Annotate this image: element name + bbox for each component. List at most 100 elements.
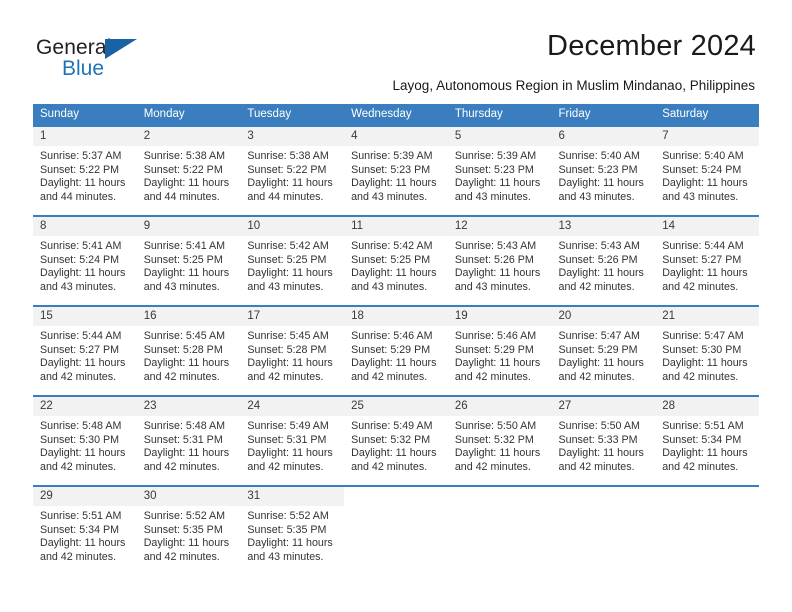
calendar-day-cell[interactable]: 9 Sunrise: 5:41 AM Sunset: 5:25 PM Daylight…: [136, 215, 241, 306]
sunrise-time: Sunrise: 5:41 AM: [40, 240, 122, 252]
sunrise-time: Sunrise: 5:44 AM: [662, 240, 744, 252]
sunrise-time: Sunrise: 5:40 AM: [558, 150, 640, 162]
calendar-day-cell[interactable]: 7 Sunrise: 5:40 AM Sunset: 5:24 PM Daylight…: [655, 125, 759, 216]
calendar-week-row: 22 Sunrise: 5:48 AM Sunset: 5:30 PM Dayligh…: [33, 395, 759, 486]
day-number: 6: [551, 127, 656, 146]
day-number: 17: [240, 307, 345, 326]
sunset-time: Sunset: 5:29 PM: [454, 343, 534, 356]
calendar-day-cell[interactable]: 27 Sunrise: 5:50 AM Sunset: 5:33 PM Dayligh…: [551, 395, 656, 486]
day-details: Sunrise: 5:47 AM Sunset: 5:29 PM Daylight:…: [552, 326, 656, 384]
calendar-day-cell[interactable]: 22 Sunrise: 5:48 AM Sunset: 5:30 PM Dayligh…: [33, 395, 137, 486]
sunrise-time: Sunrise: 5:45 AM: [143, 330, 226, 342]
calendar-day-cell[interactable]: 4 Sunrise: 5:39 AM Sunset: 5:23 PM Daylight…: [344, 125, 448, 216]
daylight-duration-line2: and 44 minutes.: [247, 190, 324, 203]
daylight-duration-line1: Daylight: 11 hours: [351, 447, 437, 460]
weekday-header-monday: Monday: [136, 104, 241, 126]
calendar-day-cell[interactable]: 8 Sunrise: 5:41 AM Sunset: 5:24 PM Daylight…: [33, 215, 137, 306]
daylight-duration-line2: and 42 minutes.: [247, 460, 324, 473]
weekday-header-wednesday: Wednesday: [344, 104, 448, 126]
sunrise-time: Sunrise: 5:50 AM: [558, 420, 640, 432]
calendar-day-cell[interactable]: 6 Sunrise: 5:40 AM Sunset: 5:23 PM Daylight…: [551, 125, 656, 216]
daylight-duration-line1: Daylight: 11 hours: [143, 357, 230, 370]
logo[interactable]: General Blue: [36, 36, 156, 84]
calendar-day-cell[interactable]: 11 Sunrise: 5:42 AM Sunset: 5:25 PM Dayligh…: [344, 215, 448, 306]
calendar-day-cell[interactable]: 10 Sunrise: 5:42 AM Sunset: 5:25 PM Dayligh…: [240, 215, 345, 306]
daylight-duration-line2: and 43 minutes.: [454, 190, 531, 203]
sunset-time: Sunset: 5:22 PM: [247, 163, 327, 176]
daylight-duration-line2: and 43 minutes.: [351, 190, 428, 203]
sunrise-time: Sunrise: 5:42 AM: [351, 240, 433, 252]
sunrise-time: Sunrise: 5:40 AM: [662, 150, 744, 162]
calendar-day-cell[interactable]: 1 Sunrise: 5:37 AM Sunset: 5:22 PM Daylight…: [33, 125, 137, 216]
day-details: Sunrise: 5:41 AM Sunset: 5:25 PM Daylight:…: [137, 236, 241, 294]
daylight-duration-line2: and 42 minutes.: [351, 460, 428, 473]
page-title: December 2024: [547, 30, 756, 62]
daylight-duration-line2: and 43 minutes.: [351, 280, 428, 293]
daylight-duration-line1: Daylight: 11 hours: [247, 177, 333, 190]
logo-triangle-icon: [105, 39, 137, 59]
day-details: Sunrise: 5:44 AM Sunset: 5:27 PM Daylight:…: [655, 236, 759, 294]
calendar-empty-cell: [344, 485, 448, 575]
day-details: Sunrise: 5:40 AM Sunset: 5:23 PM Daylight:…: [552, 146, 656, 204]
sunset-time: Sunset: 5:31 PM: [143, 433, 223, 446]
calendar-day-cell[interactable]: 23 Sunrise: 5:48 AM Sunset: 5:31 PM Dayligh…: [136, 395, 241, 486]
sunrise-time: Sunrise: 5:47 AM: [558, 330, 640, 342]
daylight-duration-line2: and 44 minutes.: [143, 190, 220, 203]
daylight-duration-line2: and 42 minutes.: [143, 460, 220, 473]
sunrise-time: Sunrise: 5:42 AM: [247, 240, 329, 252]
calendar-day-cell[interactable]: 13 Sunrise: 5:43 AM Sunset: 5:26 PM Dayligh…: [551, 215, 656, 306]
day-number: 11: [344, 217, 448, 236]
calendar-day-cell[interactable]: 5 Sunrise: 5:39 AM Sunset: 5:23 PM Daylight…: [447, 125, 552, 216]
calendar-day-cell[interactable]: 21 Sunrise: 5:47 AM Sunset: 5:30 PM Dayligh…: [655, 305, 759, 396]
day-details: Sunrise: 5:38 AM Sunset: 5:22 PM Daylight:…: [240, 146, 344, 204]
daylight-duration-line2: and 44 minutes.: [40, 190, 117, 203]
sunset-time: Sunset: 5:32 PM: [351, 433, 431, 446]
weekday-header-tuesday: Tuesday: [240, 104, 345, 126]
day-number: 21: [655, 307, 759, 326]
daylight-duration-line2: and 43 minutes.: [662, 190, 739, 203]
daylight-duration-line1: Daylight: 11 hours: [247, 447, 333, 460]
calendar-day-cell[interactable]: 2 Sunrise: 5:38 AM Sunset: 5:22 PM Daylight…: [136, 125, 241, 216]
daylight-duration-line2: and 43 minutes.: [40, 280, 117, 293]
day-number: 1: [33, 127, 137, 146]
calendar-day-cell[interactable]: 24 Sunrise: 5:49 AM Sunset: 5:31 PM Dayligh…: [240, 395, 345, 486]
daylight-duration-line2: and 42 minutes.: [558, 370, 635, 383]
daylight-duration-line1: Daylight: 11 hours: [558, 177, 644, 190]
day-details: Sunrise: 5:43 AM Sunset: 5:26 PM Daylight:…: [448, 236, 552, 294]
calendar-day-cell[interactable]: 30 Sunrise: 5:52 AM Sunset: 5:35 PM Dayligh…: [136, 485, 241, 575]
day-number: 12: [447, 217, 552, 236]
day-number: 3: [240, 127, 345, 146]
calendar-day-cell[interactable]: 16 Sunrise: 5:45 AM Sunset: 5:28 PM Dayligh…: [136, 305, 241, 396]
day-details: Sunrise: 5:46 AM Sunset: 5:29 PM Daylight:…: [448, 326, 552, 384]
calendar-day-cell[interactable]: 29 Sunrise: 5:51 AM Sunset: 5:34 PM Dayligh…: [33, 485, 137, 575]
calendar-day-cell[interactable]: 26 Sunrise: 5:50 AM Sunset: 5:32 PM Dayligh…: [447, 395, 552, 486]
calendar-day-cell[interactable]: 20 Sunrise: 5:47 AM Sunset: 5:29 PM Dayligh…: [551, 305, 656, 396]
daylight-duration-line2: and 42 minutes.: [558, 460, 635, 473]
day-details: Sunrise: 5:45 AM Sunset: 5:28 PM Daylight:…: [240, 326, 344, 384]
calendar-day-cell[interactable]: 19 Sunrise: 5:46 AM Sunset: 5:29 PM Dayligh…: [447, 305, 552, 396]
sunrise-time: Sunrise: 5:46 AM: [351, 330, 433, 342]
calendar-day-cell[interactable]: 12 Sunrise: 5:43 AM Sunset: 5:26 PM Dayligh…: [447, 215, 552, 306]
day-number: 20: [551, 307, 656, 326]
daylight-duration-line2: and 42 minutes.: [558, 280, 635, 293]
calendar-day-cell[interactable]: 14 Sunrise: 5:44 AM Sunset: 5:27 PM Dayligh…: [655, 215, 759, 306]
sunset-time: Sunset: 5:29 PM: [351, 343, 431, 356]
day-details: Sunrise: 5:39 AM Sunset: 5:23 PM Daylight:…: [344, 146, 448, 204]
sunrise-time: Sunrise: 5:38 AM: [247, 150, 329, 162]
calendar-day-cell[interactable]: 15 Sunrise: 5:44 AM Sunset: 5:27 PM Dayligh…: [33, 305, 137, 396]
calendar-day-cell[interactable]: 31 Sunrise: 5:52 AM Sunset: 5:35 PM Dayligh…: [240, 485, 345, 575]
daylight-duration-line2: and 42 minutes.: [662, 280, 739, 293]
calendar-day-cell[interactable]: 25 Sunrise: 5:49 AM Sunset: 5:32 PM Dayligh…: [344, 395, 448, 486]
daylight-duration-line1: Daylight: 11 hours: [558, 447, 644, 460]
day-number: 26: [447, 397, 552, 416]
calendar-day-cell[interactable]: 18 Sunrise: 5:46 AM Sunset: 5:29 PM Dayligh…: [344, 305, 448, 396]
calendar-day-cell[interactable]: 17 Sunrise: 5:45 AM Sunset: 5:28 PM Dayligh…: [240, 305, 345, 396]
calendar-day-cell[interactable]: 3 Sunrise: 5:38 AM Sunset: 5:22 PM Daylight…: [240, 125, 345, 216]
day-details: Sunrise: 5:43 AM Sunset: 5:26 PM Daylight:…: [552, 236, 656, 294]
calendar-day-cell[interactable]: 28 Sunrise: 5:51 AM Sunset: 5:34 PM Dayligh…: [655, 395, 759, 486]
day-number: 4: [344, 127, 448, 146]
sunset-time: Sunset: 5:35 PM: [143, 523, 223, 536]
day-number: 19: [447, 307, 552, 326]
day-details: Sunrise: 5:44 AM Sunset: 5:27 PM Daylight:…: [33, 326, 137, 384]
sunrise-time: Sunrise: 5:51 AM: [40, 510, 122, 522]
